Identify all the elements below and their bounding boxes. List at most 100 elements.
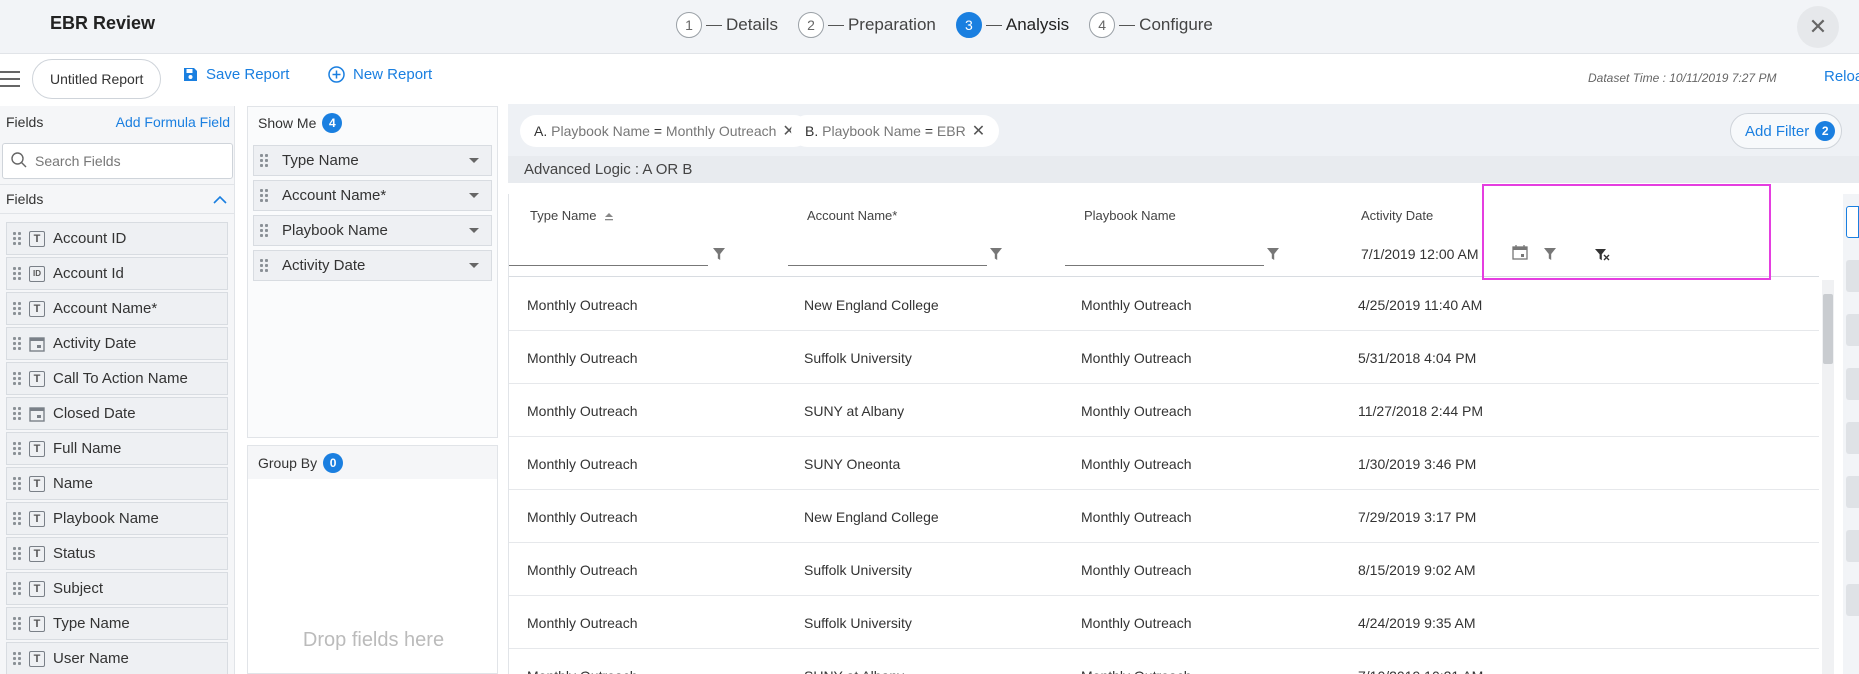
table-row[interactable]: Monthly Outreach SUNY at Albany Monthly Ou… [509, 384, 1819, 437]
column-header-playbook-name[interactable]: Playbook Name [1084, 208, 1176, 223]
drag-handle-icon[interactable] [260, 258, 270, 273]
table-cell: Monthly Outreach [527, 615, 638, 631]
rail-table-button[interactable] [1846, 206, 1859, 238]
add-filter-button[interactable]: Add Filter 2 [1730, 113, 1843, 149]
field-item[interactable]: T Status [6, 537, 228, 570]
chevron-down-icon[interactable] [469, 193, 479, 198]
drag-handle-icon[interactable] [13, 476, 23, 491]
field-item[interactable]: T Name [6, 467, 228, 500]
advanced-logic-bar[interactable]: Advanced Logic : A OR B [508, 156, 1859, 183]
step-configure[interactable]: 4 Configure [1089, 12, 1213, 38]
rail-button[interactable] [1846, 260, 1859, 292]
field-item[interactable]: T Playbook Name [6, 502, 228, 535]
rail-button[interactable] [1846, 584, 1859, 616]
field-item[interactable]: T Call To Action Name [6, 362, 228, 395]
field-label: Closed Date [53, 405, 136, 422]
group-by-title: Group By [258, 454, 318, 471]
filter-chip-a[interactable]: A. Playbook Name = Monthly Outreach ✕ [520, 115, 810, 147]
drag-handle-icon[interactable] [260, 223, 270, 238]
activity-date-filter-input[interactable]: 7/1/2019 12:00 AM [1361, 246, 1479, 262]
filter-funnel-icon[interactable] [1266, 247, 1280, 264]
chevron-down-icon[interactable] [469, 228, 479, 233]
playbook-name-filter-input[interactable] [1065, 240, 1264, 266]
grid-vertical-scrollbar[interactable] [1822, 280, 1834, 674]
drag-handle-icon[interactable] [13, 301, 23, 316]
field-item[interactable]: Closed Date [6, 397, 228, 430]
table-cell: SUNY at Albany [804, 668, 904, 674]
table-cell: Monthly Outreach [1081, 615, 1192, 631]
scrollbar-thumb[interactable] [1823, 294, 1833, 364]
drag-handle-icon[interactable] [13, 406, 23, 421]
field-item[interactable]: T Account ID [6, 222, 228, 255]
field-item[interactable]: T User Name [6, 642, 228, 674]
remove-filter-icon[interactable]: ✕ [972, 121, 985, 141]
search-fields-input[interactable] [35, 153, 225, 169]
column-header-account-name[interactable]: Account Name* [807, 208, 897, 223]
chevron-down-icon[interactable] [469, 263, 479, 268]
column-header-activity-date[interactable]: Activity Date [1361, 208, 1433, 223]
rail-button[interactable] [1846, 476, 1859, 508]
drag-handle-icon[interactable] [13, 546, 23, 561]
drag-handle-icon[interactable] [13, 266, 23, 281]
filter-funnel-icon[interactable] [712, 247, 726, 264]
chevron-up-icon[interactable] [213, 191, 227, 207]
field-item[interactable]: T Type Name [6, 607, 228, 640]
rail-button[interactable] [1846, 368, 1859, 400]
type-name-filter-input[interactable] [509, 240, 708, 266]
drag-handle-icon[interactable] [13, 651, 23, 666]
show-me-item[interactable]: Activity Date [253, 250, 492, 281]
save-report-button[interactable]: Save Report [183, 66, 289, 83]
account-name-filter-input[interactable] [788, 240, 987, 266]
reload-link[interactable]: Reloa [1824, 68, 1859, 85]
step-details[interactable]: 1 Details [676, 12, 778, 38]
field-item[interactable]: T Full Name [6, 432, 228, 465]
sort-ascending-icon[interactable] [604, 211, 614, 221]
drag-handle-icon[interactable] [13, 581, 23, 596]
table-cell: New England College [804, 297, 939, 313]
step-analysis[interactable]: 3 Analysis [955, 12, 1069, 38]
field-item[interactable]: T Subject [6, 572, 228, 605]
drag-handle-icon[interactable] [13, 511, 23, 526]
field-label: Account ID [53, 230, 127, 247]
drag-handle-icon[interactable] [13, 371, 23, 386]
show-me-item[interactable]: Type Name [253, 145, 492, 176]
rail-button[interactable] [1846, 422, 1859, 454]
column-header-type-name[interactable]: Type Name [530, 208, 614, 223]
table-row[interactable]: Monthly Outreach SUNY at Albany Monthly Ou… [509, 649, 1819, 674]
new-report-button[interactable]: New Report [328, 66, 432, 83]
show-me-item[interactable]: Account Name* [253, 180, 492, 211]
show-me-item[interactable]: Playbook Name [253, 215, 492, 246]
step-label: Preparation [847, 15, 936, 34]
fields-section-header[interactable]: Fields [0, 184, 235, 214]
table-row[interactable]: Monthly Outreach New England College Month… [509, 278, 1819, 331]
drag-handle-icon[interactable] [260, 188, 270, 203]
field-item[interactable]: T Account Name* [6, 292, 228, 325]
drag-handle-icon[interactable] [260, 153, 270, 168]
group-by-drop-zone[interactable]: Drop fields here [248, 629, 499, 652]
rail-button[interactable] [1846, 530, 1859, 562]
table-row[interactable]: Monthly Outreach Suffolk University Monthl… [509, 331, 1819, 384]
menu-icon[interactable] [0, 71, 20, 92]
field-item[interactable]: Activity Date [6, 327, 228, 360]
table-row[interactable]: Monthly Outreach Suffolk University Monthl… [509, 543, 1819, 596]
drag-handle-icon[interactable] [13, 336, 23, 351]
table-row[interactable]: Monthly Outreach Suffolk University Monthl… [509, 596, 1819, 649]
field-item[interactable]: ID Account Id [6, 257, 228, 290]
drag-handle-icon[interactable] [13, 231, 23, 246]
filter-chip-key: A. [534, 123, 548, 139]
calendar-icon [29, 406, 45, 422]
chevron-down-icon[interactable] [469, 158, 479, 163]
table-cell: Suffolk University [804, 562, 912, 578]
filter-funnel-icon[interactable] [989, 247, 1003, 264]
table-row[interactable]: Monthly Outreach New England College Month… [509, 490, 1819, 543]
report-name-button[interactable]: Untitled Report [32, 59, 162, 99]
drag-handle-icon[interactable] [13, 441, 23, 456]
drag-handle-icon[interactable] [13, 616, 23, 631]
step-preparation[interactable]: 2 Preparation [797, 12, 936, 38]
add-formula-field-link[interactable]: Add Formula Field [116, 114, 230, 130]
table-row[interactable]: Monthly Outreach SUNY Oneonta Monthly Outr… [509, 437, 1819, 490]
filter-chip-b[interactable]: B. Playbook Name = EBR ✕ [791, 115, 1000, 147]
rail-button[interactable] [1846, 314, 1859, 346]
table-cell: Monthly Outreach [1081, 668, 1192, 674]
close-button[interactable]: ✕ [1797, 6, 1839, 48]
